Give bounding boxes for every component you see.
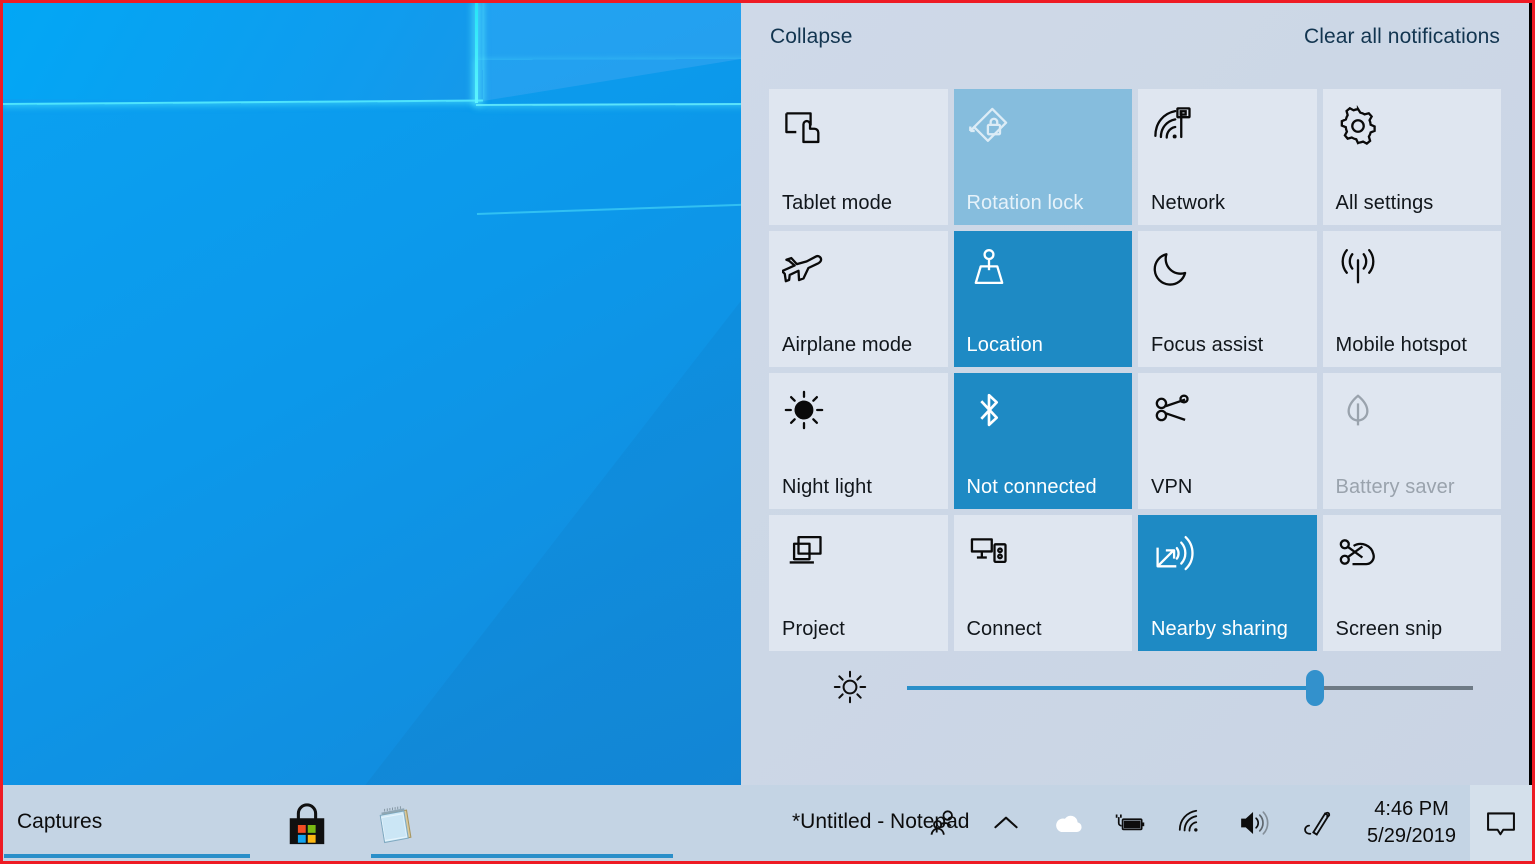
quick-action-tile-mobile-hotspot[interactable]: Mobile hotspot <box>1323 231 1502 367</box>
taskbar-item-captures-label: Captures <box>17 810 102 834</box>
nearby-sharing-icon <box>1151 530 1195 574</box>
pen-menu-icon[interactable] <box>1299 806 1333 840</box>
quick-action-tile-label: All settings <box>1336 192 1496 214</box>
slider-thumb[interactable] <box>1306 670 1324 706</box>
quick-action-tile-label: Nearby sharing <box>1151 618 1311 640</box>
quick-action-tile-label: Mobile hotspot <box>1336 334 1496 356</box>
quick-action-tile-label: Battery saver <box>1336 476 1496 498</box>
quick-action-tile-label: Tablet mode <box>782 192 942 214</box>
hotspot-icon <box>1336 246 1380 290</box>
show-hidden-icons-chevron-icon[interactable] <box>989 806 1023 840</box>
night-light-icon <box>782 388 826 432</box>
taskbar-item-store[interactable] <box>265 785 351 861</box>
quick-action-tile-connect[interactable]: Connect <box>954 515 1133 651</box>
taskbar-item-notepad-underline <box>371 854 673 858</box>
taskbar-item-captures-underline <box>4 854 250 858</box>
rotation-lock-icon <box>967 104 1011 148</box>
network-icon <box>1151 104 1195 148</box>
microsoft-store-icon <box>284 802 330 848</box>
gear-icon <box>1336 104 1380 148</box>
people-icon[interactable] <box>927 806 961 840</box>
action-center-panel: Collapse Clear all notifications Tablet … <box>741 3 1529 788</box>
clock[interactable]: 4:46 PM 5/29/2019 <box>1353 785 1470 861</box>
slider-fill <box>907 686 1315 690</box>
clock-time: 4:46 PM <box>1374 796 1448 823</box>
brightness-icon <box>831 668 869 706</box>
desktop-wallpaper[interactable] <box>3 3 747 788</box>
quick-actions-grid: Tablet mode Rotation lock Network All se… <box>769 89 1501 651</box>
quick-action-tile-not-connected[interactable]: Not connected <box>954 373 1133 509</box>
taskbar-item-notepad[interactable]: *Untitled - Notepad <box>371 785 675 861</box>
battery-charging-icon[interactable] <box>1113 806 1147 840</box>
connect-icon <box>967 530 1011 574</box>
volume-icon[interactable] <box>1237 806 1271 840</box>
quick-action-tile-tablet-mode[interactable]: Tablet mode <box>769 89 948 225</box>
quick-action-tile-focus-assist[interactable]: Focus assist <box>1138 231 1317 367</box>
quick-action-tile-label: Location <box>967 334 1127 356</box>
action-center-header: Collapse Clear all notifications <box>741 3 1529 89</box>
wifi-icon[interactable] <box>1175 806 1209 840</box>
brightness-slider[interactable] <box>907 670 1473 706</box>
bluetooth-icon <box>967 388 1011 432</box>
quick-action-tile-battery-saver[interactable]: Battery saver <box>1323 373 1502 509</box>
quick-action-tile-vpn[interactable]: VPN <box>1138 373 1317 509</box>
quick-action-tile-label: Rotation lock <box>967 192 1127 214</box>
wallpaper-edge-horizon-right <box>476 59 747 106</box>
quick-action-tile-night-light[interactable]: Night light <box>769 373 948 509</box>
quick-action-tile-label: Connect <box>967 618 1127 640</box>
quick-action-tile-label: Screen snip <box>1336 618 1496 640</box>
quick-action-tile-rotation-lock[interactable]: Rotation lock <box>954 89 1133 225</box>
brightness-row <box>769 648 1501 743</box>
collapse-button[interactable]: Collapse <box>770 25 853 49</box>
airplane-icon <box>782 246 826 290</box>
quick-action-tile-label: Night light <box>782 476 942 498</box>
screen: Collapse Clear all notifications Tablet … <box>0 0 1535 864</box>
quick-action-tile-label: Focus assist <box>1151 334 1311 356</box>
clock-date: 5/29/2019 <box>1367 823 1456 850</box>
quick-action-tile-location[interactable]: Location <box>954 231 1133 367</box>
battery-saver-icon <box>1336 388 1380 432</box>
quick-action-tile-label: Project <box>782 618 942 640</box>
quick-action-tile-project[interactable]: Project <box>769 515 948 651</box>
onedrive-icon[interactable] <box>1051 806 1085 840</box>
wallpaper-edge-right-diagonal <box>470 3 747 215</box>
quick-action-tile-nearby-sharing[interactable]: Nearby sharing <box>1138 515 1317 651</box>
clear-all-notifications-button[interactable]: Clear all notifications <box>1304 25 1500 49</box>
quick-action-tile-label: Network <box>1151 192 1311 214</box>
quick-action-tile-screen-snip[interactable]: Screen snip <box>1323 515 1502 651</box>
action-center-button[interactable] <box>1470 785 1532 861</box>
quick-action-tile-label: Not connected <box>967 476 1127 498</box>
quick-action-tile-label: Airplane mode <box>782 334 942 356</box>
taskbar: Captures <box>3 785 1532 861</box>
tablet-mode-icon <box>782 104 826 148</box>
project-icon <box>782 530 826 574</box>
screen-snip-icon <box>1336 530 1380 574</box>
vpn-icon <box>1151 388 1195 432</box>
quick-action-tile-all-settings[interactable]: All settings <box>1323 89 1502 225</box>
system-tray: 4:46 PM 5/29/2019 <box>913 785 1532 861</box>
quick-action-tile-network[interactable]: Network <box>1138 89 1317 225</box>
moon-icon <box>1151 246 1195 290</box>
location-icon <box>967 246 1011 290</box>
taskbar-item-captures[interactable]: Captures <box>3 785 251 861</box>
quick-action-tile-label: VPN <box>1151 476 1311 498</box>
notepad-icon <box>375 804 417 846</box>
quick-action-tile-airplane-mode[interactable]: Airplane mode <box>769 231 948 367</box>
wallpaper-edge-horizon-left <box>3 3 483 105</box>
wallpaper-edge-vertical <box>475 3 478 103</box>
